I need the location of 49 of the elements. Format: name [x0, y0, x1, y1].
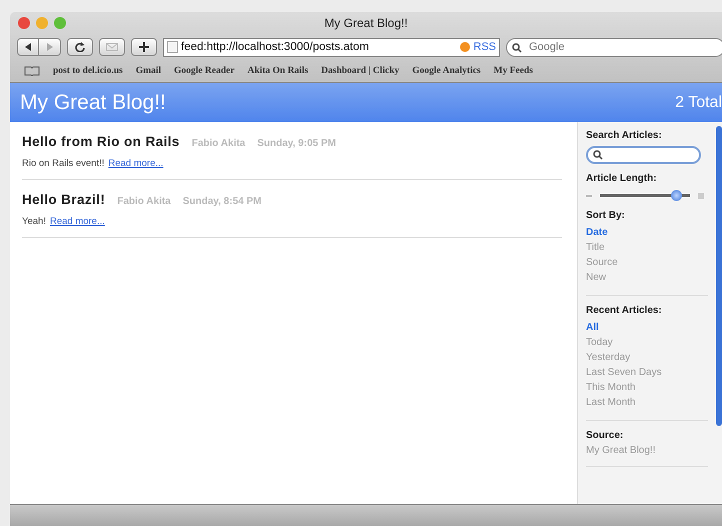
total-count: 2 Total — [675, 94, 722, 112]
rss-icon — [460, 42, 470, 52]
article-title[interactable]: Hello from Rio on Rails — [22, 134, 180, 149]
bookmark-link[interactable]: Dashboard | Clicky — [321, 66, 400, 76]
search-field[interactable]: Google — [506, 38, 722, 56]
add-bookmark-button[interactable] — [131, 38, 157, 56]
article-summary: Yeah! — [22, 216, 46, 227]
article-title[interactable]: Hello Brazil! — [22, 192, 106, 207]
close-icon[interactable] — [18, 17, 30, 29]
article-summary: Rio on Rails event!! — [22, 158, 104, 169]
bookmark-link[interactable]: Akita On Rails — [247, 66, 308, 76]
page-icon — [167, 41, 178, 53]
rss-button[interactable]: RSS — [460, 41, 496, 53]
blog-title: My Great Blog!! — [20, 90, 166, 114]
read-more-link[interactable]: Read more... — [50, 216, 105, 227]
book-icon[interactable] — [24, 66, 40, 76]
read-more-link[interactable]: Read more... — [108, 158, 164, 169]
article-date: Sunday, 9:05 PM — [257, 138, 336, 149]
article-search-field[interactable] — [586, 146, 701, 164]
bookmark-link[interactable]: Google Reader — [174, 66, 234, 76]
long-icon — [698, 192, 704, 198]
address-field[interactable]: feed:http://localhost:3000/posts.atom RSS — [163, 38, 500, 56]
section-label: Article Length: — [586, 173, 658, 184]
bookmark-link[interactable]: Google Analytics — [412, 66, 481, 76]
back-icon — [24, 43, 32, 51]
search-icon — [512, 42, 524, 52]
search-icon — [593, 150, 603, 160]
article-date: Sunday, 8:54 PM — [182, 196, 262, 207]
window-title: My Great Blog!! — [324, 16, 408, 30]
scroll-bar[interactable] — [716, 126, 722, 426]
bookmark-link[interactable]: Gmail — [136, 66, 162, 76]
filter-link[interactable]: All — [586, 320, 716, 335]
section-label: Source: — [586, 430, 624, 441]
plus-icon — [139, 42, 149, 52]
section-label: Search Articles: — [586, 130, 663, 141]
reload-button[interactable] — [67, 38, 93, 56]
section-label: Sort By: — [586, 210, 626, 221]
bookmark-link[interactable]: post to del.icio.us — [53, 66, 123, 76]
article-author: Fabio Akita — [192, 138, 246, 149]
bookmark-link[interactable]: My Feeds — [494, 66, 533, 76]
back-button[interactable] — [17, 38, 39, 56]
slider-thumb[interactable] — [671, 190, 682, 201]
reload-icon — [75, 42, 85, 52]
envelope-icon — [106, 43, 118, 51]
article-author: Fabio Akita — [117, 196, 171, 207]
forward-icon — [46, 43, 54, 51]
filter-link[interactable]: Date — [586, 225, 716, 240]
snapback-button[interactable] — [99, 38, 125, 56]
section-label: Recent Articles: — [586, 305, 663, 316]
